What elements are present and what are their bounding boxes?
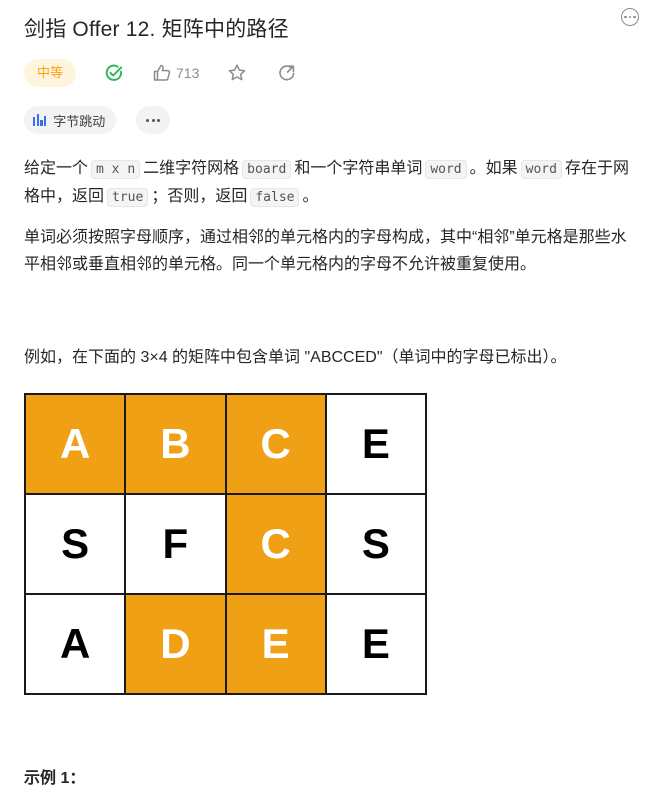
description-paragraph-2: 单词必须按照字母顺序，通过相邻的单元格内的字母构成，其中“相邻”单元格是那些水平… [24,229,627,273]
inline-code: word [425,160,467,179]
grid-cell: S [326,495,427,595]
grid-cell: A [26,395,127,495]
desc-text: ；否则，返回 [151,188,248,205]
example-1-title: 示例 1： [24,770,86,787]
share-icon[interactable] [277,63,297,83]
desc-text: 。如果 [469,160,518,177]
grid-cell: E [326,595,427,695]
problem-header: 剑指 Offer 12. 矩阵中的路径 [24,10,641,46]
desc-text: 和一个字符串单词 [294,160,423,177]
letter-grid: A B C E S F C S A D E E [24,393,427,695]
grid-cell: C [226,395,327,495]
more-horizontal-circle-icon[interactable] [621,8,639,26]
star-icon[interactable] [227,63,247,83]
description-paragraph-3: 例如，在下面的 3×4 的矩阵中包含单词 "ABCCED"（单词中的字母已标出）… [24,349,567,366]
grid-cell: C [226,495,327,595]
like-button[interactable]: 713 [152,63,199,83]
more-horizontal-icon[interactable] [136,106,171,134]
inline-code: word [520,160,562,179]
bar-chart-icon [33,114,47,126]
description-paragraph-1: 给定一个 m x n 二维字符网格 board 和一个字符串单词 word 。如果 word 存… [24,155,642,211]
company-tag[interactable]: 字节跳动 [24,106,117,134]
grid-cell: A [26,595,127,695]
company-tag-label: 字节跳动 [53,113,106,129]
inline-code: true [107,188,149,207]
like-count: 713 [176,65,200,81]
inline-code: board [242,160,292,179]
check-circle-icon [104,63,124,83]
problem-title: 剑指 Offer 12. 矩阵中的路径 [24,18,289,41]
tag-row: 字节跳动 [24,106,171,134]
grid-cell: E [326,395,427,495]
desc-text: 给定一个 [24,160,89,177]
grid-cell: E [226,595,327,695]
grid-cell: F [126,495,227,595]
difficulty-badge: 中等 [24,59,77,87]
thumbs-up-icon [152,63,172,83]
grid-cell: D [126,595,227,695]
desc-text: 。 [302,188,319,205]
inline-code: false [250,188,300,207]
desc-text: 二维字符网格 [143,160,240,177]
inline-code: m x n [91,160,141,179]
problem-meta-bar: 中等 713 [24,58,297,88]
grid-cell: S [26,495,127,595]
grid-cell: B [126,395,227,495]
problem-description: 给定一个 m x n 二维字符网格 board 和一个字符串单词 word 。如果 word 存… [24,155,642,366]
